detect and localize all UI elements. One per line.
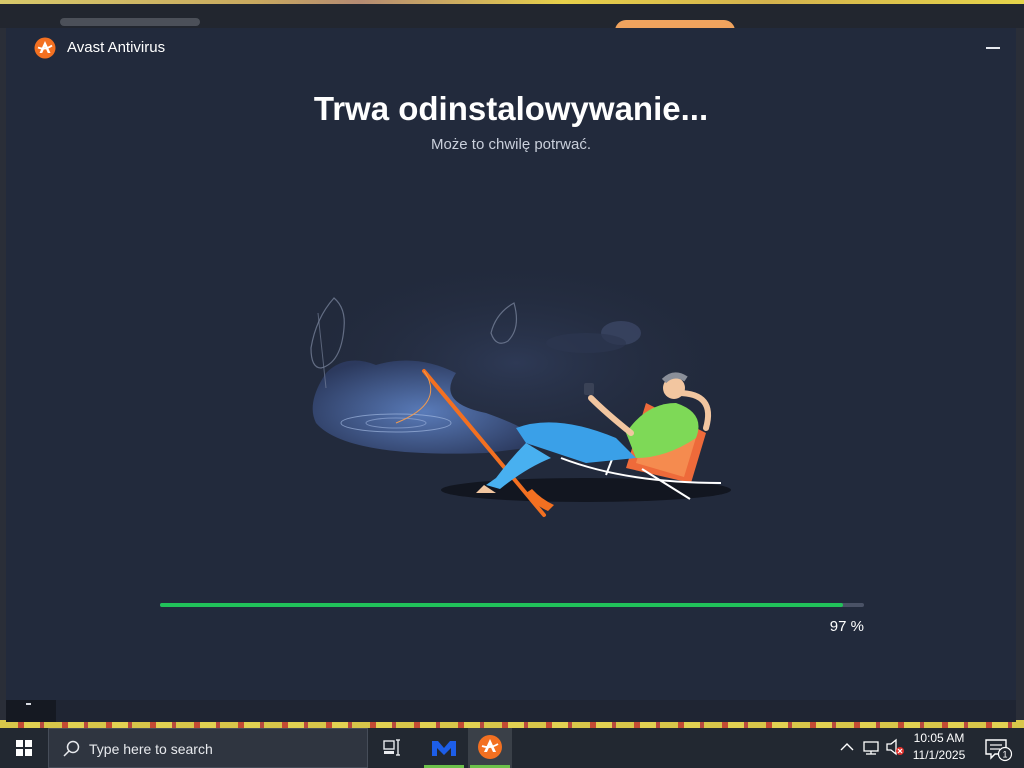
footer-tab xyxy=(6,700,56,722)
minimize-icon xyxy=(986,47,1000,49)
start-button[interactable] xyxy=(0,728,48,768)
title-bar: Avast Antivirus xyxy=(6,28,1016,68)
clock-date: 11/1/2025 xyxy=(912,748,966,762)
malwarebytes-app-icon xyxy=(432,741,456,756)
avast-logo-icon xyxy=(34,37,56,59)
windows-start-icon xyxy=(16,740,32,756)
notification-icon: 1 xyxy=(985,739,1013,762)
notification-count: 1 xyxy=(1002,750,1007,760)
avast-uninstall-window: Avast Antivirus Trwa odinstalowywanie...… xyxy=(6,28,1016,722)
taskbar-search-box[interactable]: Type here to search xyxy=(48,728,368,768)
taskbar-clock[interactable]: 10:05 AM 11/1/2025 xyxy=(906,730,972,766)
minimize-button[interactable] xyxy=(981,36,1007,60)
search-placeholder: Type here to search xyxy=(89,741,213,757)
search-icon xyxy=(63,740,80,757)
app-title: Avast Antivirus xyxy=(67,39,166,56)
volume-muted-icon[interactable] xyxy=(884,736,906,758)
clock-time: 10:05 AM xyxy=(913,731,965,745)
avast-app-icon xyxy=(478,735,502,759)
taskbar: Type here to search 10:05 AM 11/1/2025 1 xyxy=(0,728,1024,768)
chevron-up-icon[interactable] xyxy=(838,736,856,758)
taskbar-app-malwarebytes[interactable] xyxy=(422,728,466,768)
taskbar-app-avast[interactable] xyxy=(468,728,512,768)
task-view-icon xyxy=(383,739,400,756)
background-window-strip xyxy=(0,4,1024,42)
task-view-button[interactable] xyxy=(372,728,412,768)
page-subtitle: Może to chwilę potrwać. xyxy=(430,136,592,153)
notification-center-button[interactable]: 1 xyxy=(978,728,1018,768)
progress-bar-fill xyxy=(160,603,843,607)
page-title: Trwa odinstalowywanie... xyxy=(313,90,709,127)
background-window-text xyxy=(60,18,200,26)
window-footer xyxy=(6,700,1016,722)
relaxing-fisherman-illustration xyxy=(286,253,746,517)
footer-tab-mark xyxy=(26,703,31,705)
uninstall-progress-bar xyxy=(160,603,864,607)
desktop-edge-right xyxy=(1016,28,1024,722)
progress-percent-label: 97 % xyxy=(829,618,864,635)
network-icon[interactable] xyxy=(860,736,882,758)
